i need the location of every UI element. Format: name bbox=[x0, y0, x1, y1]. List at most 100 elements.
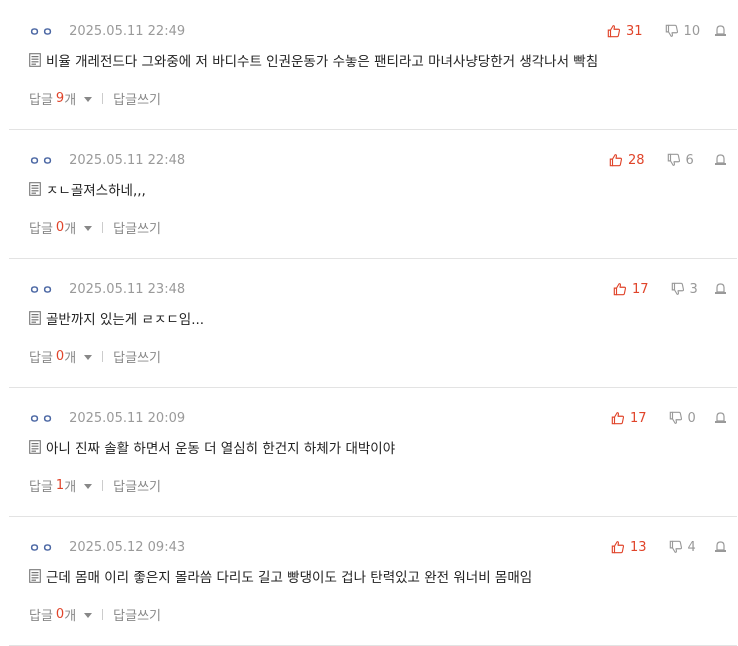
upvote-button[interactable]: 31 bbox=[607, 24, 643, 39]
comment-text: 골반까지 있는게 ㄹㅈㄷ임... bbox=[46, 312, 205, 328]
comment-body: 근데 몸매 이리 좋은지 몰라씀 다리도 길고 빵댕이도 겁나 탄력있고 완전 … bbox=[29, 567, 533, 586]
thumbs-down-icon bbox=[667, 153, 680, 166]
upvote-count: 13 bbox=[630, 539, 647, 555]
downvote-count: 4 bbox=[687, 539, 696, 555]
thumbs-up-icon bbox=[613, 283, 627, 296]
comment-meta: ㅇㅇ 2025.05.12 09:43 bbox=[29, 538, 185, 556]
caret-down-icon bbox=[84, 483, 93, 489]
write-reply-link[interactable]: 답글쓰기 bbox=[113, 89, 161, 108]
reply-toggle[interactable]: 답글 1 개 bbox=[29, 476, 93, 495]
comment-meta: ㅇㅇ 2025.05.11 22:49 bbox=[29, 22, 185, 40]
comment-author[interactable]: ㅇㅇ bbox=[29, 281, 55, 298]
reply-bar: 답글 0 개 답글쓰기 bbox=[29, 218, 161, 237]
comment-item: ㅇㅇ 2025.05.11 20:09 17 0 아니 진짜 솔활 하면서 운동… bbox=[9, 387, 737, 517]
comment-author[interactable]: ㅇㅇ bbox=[29, 539, 55, 556]
divider bbox=[102, 92, 104, 104]
upvote-count: 17 bbox=[632, 281, 649, 297]
divider bbox=[102, 221, 104, 233]
write-reply-link[interactable]: 답글쓰기 bbox=[113, 347, 161, 366]
report-icon[interactable] bbox=[714, 282, 727, 295]
comment-author[interactable]: ㅇㅇ bbox=[29, 410, 55, 427]
reply-bar: 답글 9 개 답글쓰기 bbox=[29, 89, 161, 108]
reply-count: 0 bbox=[55, 219, 65, 235]
upvote-count: 31 bbox=[626, 23, 643, 39]
comment-body: 비율 개레전드다 그와중에 저 바디수트 인권운동가 수놓은 팬티라고 마녀사냥… bbox=[29, 51, 599, 70]
reply-toggle[interactable]: 답글 0 개 bbox=[29, 347, 93, 366]
reply-bar: 답글 0 개 답글쓰기 bbox=[29, 605, 161, 624]
thumbs-down-icon bbox=[665, 24, 678, 37]
comment-date: 2025.05.11 20:09 bbox=[69, 410, 186, 426]
write-reply-link[interactable]: 답글쓰기 bbox=[113, 218, 161, 237]
reply-label: 답글 bbox=[29, 350, 53, 366]
comment-text: 비율 개레전드다 그와중에 저 바디수트 인권운동가 수놓은 팬티라고 마녀사냥… bbox=[46, 54, 599, 70]
caret-down-icon bbox=[84, 225, 93, 231]
reply-label: 답글 bbox=[29, 221, 53, 237]
downvote-button[interactable]: 4 bbox=[669, 540, 696, 555]
upvote-button[interactable]: 28 bbox=[609, 153, 645, 168]
comment-date: 2025.05.12 09:43 bbox=[69, 539, 186, 555]
thumbs-up-icon bbox=[611, 412, 625, 425]
thumbs-up-icon bbox=[609, 154, 623, 167]
reply-bar: 답글 1 개 답글쓰기 bbox=[29, 476, 161, 495]
comment-text: ㅈㄴ골져스하네,,, bbox=[46, 183, 146, 199]
reply-label: 답글 bbox=[29, 92, 53, 108]
divider bbox=[102, 350, 104, 362]
comment-item: ㅇㅇ 2025.05.11 22:48 28 6 ㅈㄴ골져스하네,,, 답글 0… bbox=[9, 129, 737, 259]
thumbs-down-icon bbox=[671, 282, 684, 295]
comment-text: 근데 몸매 이리 좋은지 몰라씀 다리도 길고 빵댕이도 겁나 탄력있고 완전 … bbox=[46, 570, 533, 586]
downvote-button[interactable]: 6 bbox=[667, 153, 694, 168]
report-icon[interactable] bbox=[714, 153, 727, 166]
upvote-button[interactable]: 17 bbox=[613, 282, 649, 297]
memo-icon bbox=[29, 569, 41, 583]
upvote-count: 17 bbox=[630, 410, 647, 426]
vote-group: 28 6 bbox=[609, 151, 694, 169]
comment-item: ㅇㅇ 2025.05.12 09:43 13 4 근데 몸매 이리 좋은지 몰라… bbox=[9, 516, 737, 646]
comment-body: 골반까지 있는게 ㄹㅈㄷ임... bbox=[29, 309, 205, 328]
reply-unit: 개 bbox=[64, 92, 77, 108]
vote-group: 13 4 bbox=[611, 538, 696, 556]
reply-toggle[interactable]: 답글 0 개 bbox=[29, 218, 93, 237]
downvote-count: 6 bbox=[685, 152, 694, 168]
reply-unit: 개 bbox=[64, 350, 77, 366]
thumbs-down-icon bbox=[669, 411, 682, 424]
comment-body: ㅈㄴ골져스하네,,, bbox=[29, 180, 146, 199]
reply-count: 0 bbox=[55, 348, 65, 364]
report-icon[interactable] bbox=[714, 24, 727, 37]
reply-toggle[interactable]: 답글 9 개 bbox=[29, 89, 93, 108]
downvote-button[interactable]: 3 bbox=[671, 282, 698, 297]
upvote-button[interactable]: 13 bbox=[611, 540, 647, 555]
reply-count: 0 bbox=[55, 606, 65, 622]
report-icon[interactable] bbox=[714, 540, 727, 553]
downvote-count: 3 bbox=[689, 281, 698, 297]
downvote-count: 10 bbox=[683, 23, 701, 39]
reply-bar: 답글 0 개 답글쓰기 bbox=[29, 347, 161, 366]
report-icon[interactable] bbox=[714, 411, 727, 424]
comment-meta: ㅇㅇ 2025.05.11 23:48 bbox=[29, 280, 185, 298]
caret-down-icon bbox=[84, 354, 93, 360]
write-reply-link[interactable]: 답글쓰기 bbox=[113, 476, 161, 495]
comment-author[interactable]: ㅇㅇ bbox=[29, 152, 55, 169]
thumbs-up-icon bbox=[611, 541, 625, 554]
thumbs-down-icon bbox=[669, 540, 682, 553]
reply-unit: 개 bbox=[64, 479, 77, 495]
memo-icon bbox=[29, 53, 41, 67]
reply-count: 9 bbox=[55, 90, 65, 106]
comment-item: ㅇㅇ 2025.05.11 23:48 17 3 골반까지 있는게 ㄹㅈㄷ임..… bbox=[9, 258, 737, 388]
comment-body: 아니 진짜 솔활 하면서 운동 더 열심히 한건지 하체가 대박이야 bbox=[29, 438, 396, 457]
caret-down-icon bbox=[84, 612, 93, 618]
vote-group: 17 3 bbox=[613, 280, 698, 298]
comment-text: 아니 진짜 솔활 하면서 운동 더 열심히 한건지 하체가 대박이야 bbox=[46, 441, 396, 457]
vote-group: 17 0 bbox=[611, 409, 696, 427]
comment-date: 2025.05.11 22:49 bbox=[69, 23, 186, 39]
write-reply-link[interactable]: 답글쓰기 bbox=[113, 605, 161, 624]
comment-author[interactable]: ㅇㅇ bbox=[29, 23, 55, 40]
thumbs-up-icon bbox=[607, 25, 621, 38]
downvote-button[interactable]: 0 bbox=[669, 411, 696, 426]
reply-label: 답글 bbox=[29, 608, 53, 624]
reply-unit: 개 bbox=[64, 608, 77, 624]
downvote-button[interactable]: 10 bbox=[665, 23, 701, 39]
upvote-button[interactable]: 17 bbox=[611, 411, 647, 426]
reply-toggle[interactable]: 답글 0 개 bbox=[29, 605, 93, 624]
memo-icon bbox=[29, 311, 41, 325]
comment-date: 2025.05.11 23:48 bbox=[69, 281, 186, 297]
